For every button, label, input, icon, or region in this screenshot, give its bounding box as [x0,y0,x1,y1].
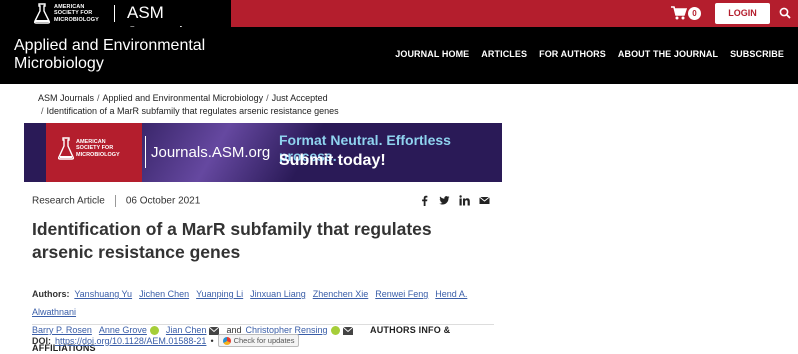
article-meta: Research Article 06 October 2021 [32,195,200,207]
ad-url: Journals.ASM.org [151,144,271,161]
breadcrumb-current: Identification of a MarR subfamily that … [46,106,339,116]
ad-cta: Submit today! [279,152,386,169]
breadcrumb: ASM Journals / Applied and Environmental M… [38,93,339,116]
article-title: Identification of a MarR subfamily that … [32,219,432,262]
asm-journals-logo[interactable]: AMERICAN SOCIETY FOR MICROBIOLOGY ASM Jo… [0,0,231,42]
login-button[interactable]: LOGIN [715,3,770,24]
author-link[interactable]: Zhenchen Xie [313,289,369,299]
doi-link[interactable]: https://doi.org/10.1128/AEM.01588-21 [55,336,206,346]
linkedin-icon[interactable] [459,195,470,206]
nav-subscribe[interactable]: SUBSCRIBE [730,49,784,59]
logo-divider [114,5,115,22]
breadcrumb-just-accepted[interactable]: Just Accepted [272,93,328,103]
asm-flask-icon [58,137,74,160]
nav-journal-home[interactable]: JOURNAL HOME [395,49,469,59]
top-bar: AMERICAN SOCIETY FOR MICROBIOLOGY ASM Jo… [0,0,798,42]
journal-nav: JOURNAL HOME ARTICLES FOR AUTHORS ABOUT … [395,49,784,59]
orcid-icon[interactable] [330,326,340,336]
author-link[interactable]: Yanshuang Yu [74,289,132,299]
ad-society-name: AMERICAN SOCIETY FOR MICROBIOLOGY [76,139,120,158]
article-type: Research Article [32,195,105,207]
journal-header: Applied and Environmental Microbiology J… [0,27,798,84]
author-link[interactable]: Renwei Feng [375,289,428,299]
email-icon[interactable] [342,326,353,335]
meta-divider [114,195,116,207]
bullet: • [210,335,214,346]
ad-divider [145,136,146,168]
search-icon[interactable] [779,7,791,19]
share-bar [419,195,490,206]
cart-icon[interactable] [671,6,687,20]
society-name: AMERICAN SOCIETY FOR MICROBIOLOGY [54,4,99,23]
journal-title[interactable]: Applied and Environmental Microbiology [14,37,234,73]
asm-flask-icon [33,3,51,24]
check-for-updates-label: Check for updates [233,336,295,345]
author-link[interactable]: Yuanping Li [196,289,243,299]
ad-banner[interactable]: AMERICAN SOCIETY FOR MICROBIOLOGY Journa… [24,123,502,182]
breadcrumb-asm-journals[interactable]: ASM Journals [38,93,94,103]
doi-label: DOI: [32,335,51,346]
article-date: 06 October 2021 [125,195,201,207]
nav-for-authors[interactable]: FOR AUTHORS [539,49,606,59]
author-link[interactable]: Jichen Chen [139,289,189,299]
check-for-updates-button[interactable]: Check for updates [217,334,300,347]
crossmark-icon [222,336,231,345]
email-icon[interactable] [479,195,490,206]
cart-count-badge: 0 [688,7,701,20]
nav-articles[interactable]: ARTICLES [481,49,527,59]
author-link[interactable]: Jinxuan Liang [250,289,306,299]
doi-row: DOI: https://doi.org/10.1128/AEM.01588-2… [32,334,300,347]
divider [32,324,494,325]
facebook-icon[interactable] [419,195,430,206]
twitter-icon[interactable] [439,195,450,206]
authors-label: Authors [32,289,67,299]
breadcrumb-journal[interactable]: Applied and Environmental Microbiology [103,93,264,103]
nav-about-the-journal[interactable]: ABOUT THE JOURNAL [618,49,718,59]
